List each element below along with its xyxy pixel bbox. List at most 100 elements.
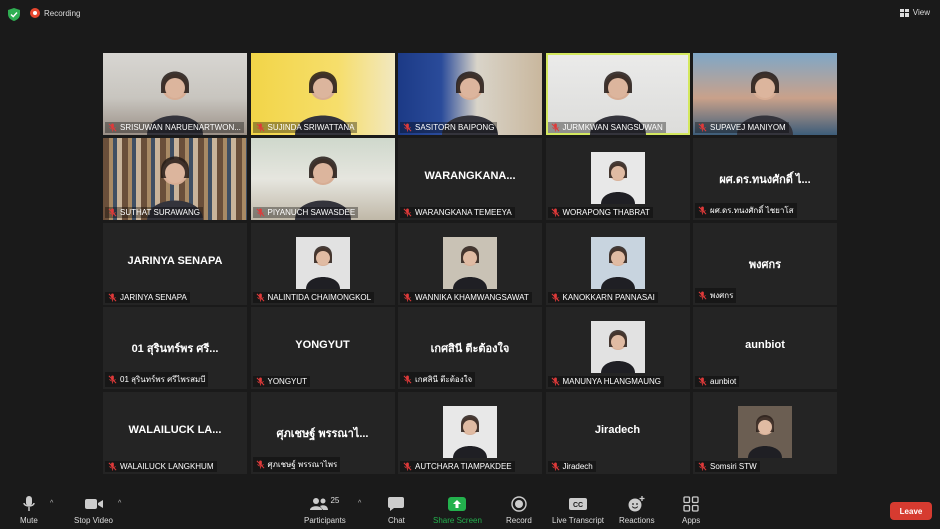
participant-tile[interactable]: ผศ.ดร.ทนงศักดิ์ ไ... ผศ.ดร.ทนงศักดิ์ ไชยา… — [693, 137, 837, 220]
participant-display-name: ผศ.ดร.ทนงศักดิ์ ไ... — [719, 173, 811, 186]
participant-tile[interactable]: SUPAVEJ MANIYOM — [693, 53, 837, 135]
audio-options-caret-icon[interactable]: ^ — [50, 500, 53, 507]
participant-tile[interactable]: 01 สุรินทร์พร ศรี... 01 สุรินทร์พร ศรีไพร… — [103, 307, 247, 390]
participant-name: JARINYA SENAPA — [120, 292, 187, 302]
participant-tile[interactable]: JARINYA SENAPA JARINYA SENAPA — [103, 222, 247, 305]
participant-tile[interactable]: YONGYUT YONGYUT — [250, 307, 395, 390]
participant-tile[interactable]: WORAPONG THABRAT — [545, 137, 690, 220]
participant-display-name: Jiradech — [594, 424, 641, 436]
participant-name: PIYANUCH SAWASDEE — [267, 207, 356, 217]
participant-name: Jiradech — [562, 462, 593, 471]
participant-display-name: WALAILUCK LA... — [128, 424, 222, 436]
participant-name-label: Somsiri STW — [695, 461, 760, 472]
participant-tile[interactable]: aunbiot aunbiot — [693, 307, 837, 390]
participant-tile[interactable]: KANOKKARN PANNASAI — [545, 222, 690, 305]
participant-name-label: SUPAVEJ MANIYOM — [695, 122, 789, 133]
participants-label: Participants — [304, 516, 346, 525]
participant-tile[interactable]: WANNIKA KHAMWANGSAWAT — [398, 222, 542, 305]
live-transcript-button[interactable]: CC Live Transcript — [552, 494, 604, 525]
participant-tile[interactable]: WARANGKANA... WARANGKANA TEMEEYA — [398, 137, 542, 220]
participant-tile[interactable]: PIYANUCH SAWASDEE — [250, 137, 395, 220]
participants-count: 25 — [330, 495, 340, 505]
muted-microphone-icon — [698, 290, 707, 300]
participant-tile[interactable]: Jiradech Jiradech — [545, 392, 690, 474]
apps-label: Apps — [682, 516, 701, 525]
profile-photo — [295, 236, 350, 289]
profile-photo — [443, 406, 497, 458]
participant-tile[interactable]: MANUNYA HLANGMAUNG — [545, 307, 690, 390]
participant-name-label: WORAPONG THABRAT — [547, 206, 653, 218]
participant-tile[interactable]: JURMKWAN SANGSUWAN — [545, 53, 690, 135]
participant-tile[interactable]: เกศสินี ตีะต้องใจ เกศสินี ตีะต้องใจ — [398, 307, 542, 390]
participant-name-label: 01 สุรินทร์พร ศรีไพรสมบี — [105, 372, 209, 388]
muted-microphone-icon — [256, 377, 264, 386]
recording-indicator[interactable]: Recording — [30, 8, 80, 18]
participant-tile[interactable]: SUJINDA SRIWATTANA — [250, 53, 395, 135]
participant-name-label: SUJINDA SRIWATTANA — [252, 122, 358, 133]
apps-button[interactable]: Apps — [682, 494, 700, 525]
participant-display-name: พงศกร — [748, 258, 782, 271]
svg-text:CC: CC — [573, 502, 583, 509]
participant-name-label: aunbiot — [695, 376, 740, 388]
apps-icon — [683, 496, 699, 512]
muted-microphone-icon — [551, 462, 559, 471]
muted-microphone-icon — [403, 462, 412, 471]
participant-display-name: YONGYUT — [295, 339, 350, 352]
leave-button[interactable]: Leave — [890, 502, 932, 520]
participant-name-label: SRISUWAN NARUENARTWON... — [105, 122, 244, 133]
participant-name-label: NALINTIDA CHAIMONGKOL — [252, 291, 375, 303]
muted-microphone-icon — [551, 123, 559, 132]
chat-button[interactable]: Chat — [388, 494, 405, 525]
participant-tile[interactable]: WALAILUCK LA... WALAILUCK LANGKHUM — [103, 392, 247, 474]
participant-name-label: KANOKKARN PANNASAI — [547, 291, 658, 303]
participant-name: SUTHAT SURAWANG — [120, 207, 201, 217]
participant-name-label: AUTCHARA TIAMPAKDEE — [400, 461, 515, 472]
participant-name: Somsiri STW — [710, 462, 757, 471]
meeting-toolbar: Mute ^ Stop Video ^ 25 Participants ^ Ch… — [0, 490, 940, 529]
participant-name-label: MANUNYA HLANGMAUNG — [547, 376, 665, 388]
muted-microphone-icon — [698, 377, 707, 386]
participant-name: SASITORN BAIPONG — [415, 123, 495, 132]
participant-name: AUTCHARA TIAMPAKDEE — [415, 462, 512, 471]
record-icon — [511, 496, 527, 512]
view-button[interactable]: View — [899, 8, 930, 17]
view-label: View — [912, 8, 930, 17]
participant-tile[interactable]: SASITORN BAIPONG — [398, 53, 542, 135]
participant-tile[interactable]: พงศกร พงศกร — [693, 222, 837, 305]
record-label: Record — [506, 516, 532, 525]
security-shield-icon[interactable] — [8, 8, 20, 21]
participant-tile[interactable]: ศุภเชษฐ์ พรรณาไ... ศุภเชษฐ์ พรรณาไพร — [250, 392, 395, 474]
muted-microphone-icon — [551, 377, 559, 386]
participant-tile[interactable]: AUTCHARA TIAMPAKDEE — [398, 392, 542, 474]
participants-button[interactable]: 25 Participants — [304, 494, 346, 526]
participant-name-label: เกศสินี ตีะต้องใจ — [400, 372, 476, 388]
mute-button[interactable]: Mute — [20, 494, 38, 525]
video-camera-icon — [84, 499, 103, 509]
profile-photo — [738, 406, 792, 458]
recording-icon — [30, 8, 40, 18]
participant-name-label: SUTHAT SURAWANG — [105, 206, 204, 218]
stop-video-button[interactable]: Stop Video — [74, 494, 113, 525]
participant-display-name: 01 สุรินทร์พร ศรี... — [131, 343, 219, 356]
participant-tile[interactable]: SRISUWAN NARUENARTWON... — [103, 53, 247, 135]
participant-tile[interactable]: NALINTIDA CHAIMONGKOL — [250, 222, 395, 305]
video-options-caret-icon[interactable]: ^ — [118, 500, 121, 507]
participant-tile[interactable]: Somsiri STW — [693, 392, 837, 474]
participant-name: YONGYUT — [267, 377, 308, 387]
participant-name-label: WANNIKA KHAMWANGSAWAT — [400, 291, 532, 303]
participant-display-name: เกศสินี ตีะต้องใจ — [430, 343, 510, 356]
participant-name: ผศ.ดร.ทนงศักดิ์ ไชยาโส — [710, 205, 794, 215]
record-button[interactable]: Record — [506, 494, 532, 525]
grid-view-icon — [899, 8, 909, 17]
muted-microphone-icon — [403, 123, 412, 132]
participants-options-caret-icon[interactable]: ^ — [358, 500, 361, 507]
chat-icon — [388, 497, 405, 511]
share-screen-button[interactable]: Share Screen — [433, 494, 482, 525]
reactions-button[interactable]: Reactions — [619, 494, 655, 525]
closed-caption-icon: CC — [569, 498, 588, 510]
participant-tile[interactable]: SUTHAT SURAWANG — [103, 137, 247, 220]
participant-display-name: JARINYA SENAPA — [127, 254, 223, 267]
chat-label: Chat — [388, 516, 405, 525]
participant-name-label: SASITORN BAIPONG — [400, 122, 498, 133]
reactions-label: Reactions — [619, 516, 655, 525]
